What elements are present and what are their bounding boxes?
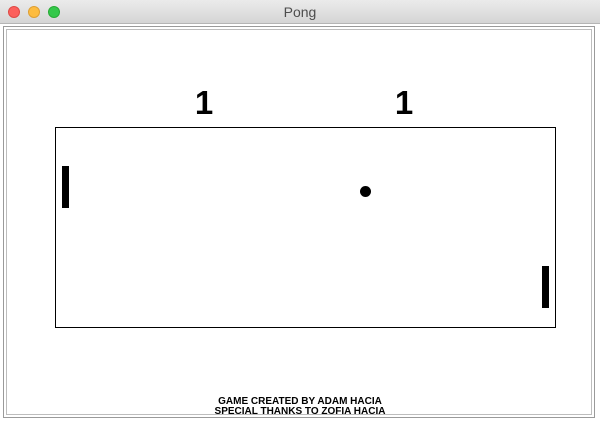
pong-window: Pong 1 1 GAME CREATED BY ADAM HACIA SPEC… (0, 0, 600, 423)
playing-field (55, 127, 556, 328)
left-paddle (62, 166, 69, 208)
left-player-score: 1 (194, 84, 214, 121)
window-title: Pong (283, 4, 317, 20)
title-bar[interactable]: Pong (0, 0, 600, 24)
ball (360, 186, 371, 197)
credits-line-thanks: SPECIAL THANKS TO ZOFIA HACIA (214, 406, 386, 417)
right-paddle (542, 266, 549, 308)
right-player-score: 1 (394, 84, 414, 121)
